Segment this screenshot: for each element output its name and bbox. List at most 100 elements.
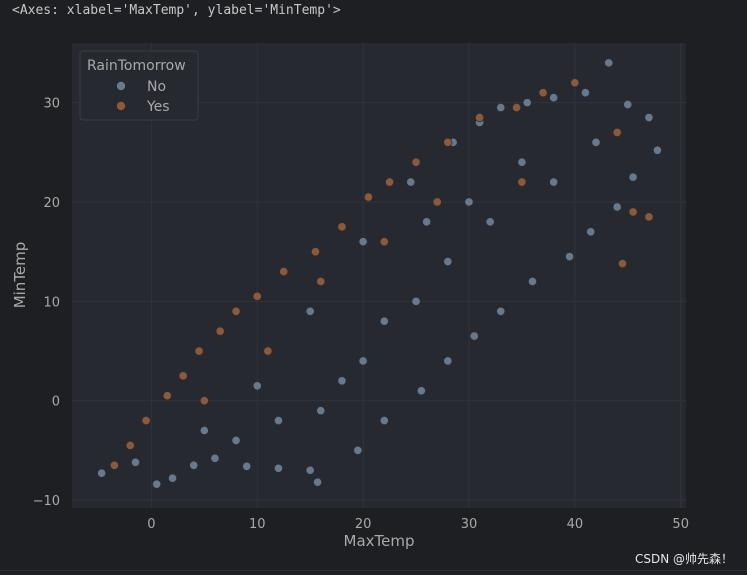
data-point-yes — [337, 222, 347, 232]
data-point-no — [652, 145, 663, 155]
data-point-yes — [644, 212, 654, 222]
data-point-yes — [162, 391, 172, 401]
data-point-no — [591, 137, 601, 147]
y-tick-label: 20 — [43, 196, 60, 211]
data-point-yes — [538, 88, 548, 98]
data-point-yes — [474, 112, 485, 123]
data-point-yes — [432, 197, 442, 207]
data-point-no — [496, 306, 506, 316]
data-point-no — [586, 227, 596, 237]
data-point-no — [337, 376, 347, 386]
data-point-yes — [178, 371, 188, 381]
data-point-no — [305, 465, 315, 475]
data-point-yes — [125, 440, 135, 451]
data-point-no — [628, 172, 638, 182]
data-point-no — [152, 479, 162, 489]
data-point-yes — [617, 258, 628, 269]
x-tick-label: 50 — [672, 517, 689, 532]
data-point-yes — [231, 306, 241, 316]
data-point-no — [416, 386, 426, 396]
x-tick-label: 30 — [461, 517, 478, 532]
legend-marker-no — [116, 81, 126, 91]
data-point-no — [464, 197, 474, 207]
data-point-yes — [363, 192, 374, 202]
data-point-no — [353, 445, 363, 455]
data-point-no — [379, 415, 389, 426]
data-point-yes — [379, 237, 389, 247]
data-point-no — [379, 316, 389, 326]
legend-title: RainTomorrow — [87, 58, 186, 74]
data-point-no — [358, 356, 368, 366]
data-point-no — [496, 102, 506, 113]
data-point-no — [242, 461, 252, 471]
y-tick-label: 10 — [43, 295, 60, 310]
scatter-chart: 0 10 20 30 40 50 −10 0 10 20 30 MaxTemp MinTemp Ra… — [11, 43, 689, 550]
data-point-no — [358, 237, 368, 247]
data-point-no — [316, 406, 326, 416]
data-point-yes — [215, 326, 225, 336]
data-point-no — [273, 463, 284, 473]
data-point-no — [189, 460, 199, 470]
legend-marker-yes — [116, 101, 126, 111]
legend: RainTomorrow No Yes — [79, 50, 199, 121]
data-point-yes — [628, 207, 638, 217]
data-point-yes — [517, 177, 527, 187]
data-point-yes — [194, 346, 204, 356]
data-point-yes — [384, 177, 395, 187]
data-point-no — [252, 381, 262, 391]
data-point-yes — [279, 266, 289, 277]
data-point-no — [644, 112, 654, 123]
y-tick-label: −10 — [33, 494, 60, 509]
data-point-no — [443, 356, 453, 366]
data-point-no — [517, 157, 527, 167]
legend-label-no: No — [147, 79, 166, 95]
x-tick-label: 40 — [567, 517, 584, 532]
data-point-no — [199, 425, 209, 436]
data-point-no — [604, 58, 614, 68]
x-tick-label: 0 — [147, 517, 155, 532]
data-point-yes — [199, 396, 209, 406]
data-point-no — [210, 453, 220, 463]
data-point-no — [549, 177, 559, 187]
data-point-no — [406, 177, 416, 187]
x-axis-label: MaxTemp — [344, 532, 415, 550]
data-point-no — [97, 468, 107, 478]
data-point-no — [231, 435, 241, 446]
data-point-yes — [263, 346, 273, 356]
data-point-no — [564, 252, 575, 262]
cell-divider — [0, 570, 747, 571]
y-tick-label: 30 — [43, 97, 60, 112]
legend-label-yes: Yes — [146, 99, 170, 115]
data-point-yes — [411, 157, 421, 167]
x-tick-label: 10 — [249, 517, 266, 532]
watermark: CSDN @帅先森！ — [634, 552, 733, 566]
data-point-no — [612, 202, 622, 212]
data-point-yes — [109, 460, 119, 470]
data-point-yes — [252, 291, 262, 301]
data-point-no — [469, 331, 479, 341]
x-tick-label: 20 — [355, 517, 372, 532]
data-point-no — [549, 93, 559, 103]
data-point-no — [485, 217, 495, 227]
data-point-no — [623, 100, 633, 110]
y-axis-label: MinTemp — [11, 242, 29, 309]
data-point-no — [522, 98, 532, 108]
data-point-yes — [316, 276, 326, 287]
data-point-no — [580, 88, 591, 98]
data-point-yes — [310, 247, 321, 257]
data-point-no — [411, 296, 421, 306]
y-tick-label: 0 — [52, 395, 60, 410]
data-point-yes — [141, 415, 151, 426]
data-point-no — [422, 217, 432, 227]
data-point-yes — [612, 127, 622, 138]
data-point-no — [312, 477, 323, 487]
data-point-no — [130, 457, 141, 467]
data-point-no — [305, 306, 315, 316]
data-point-no — [443, 256, 453, 267]
data-point-no — [273, 415, 284, 426]
data-point-yes — [443, 137, 453, 147]
data-point-yes — [570, 78, 580, 88]
data-point-yes — [512, 102, 522, 113]
data-point-no — [527, 276, 538, 287]
data-point-no — [167, 473, 178, 483]
